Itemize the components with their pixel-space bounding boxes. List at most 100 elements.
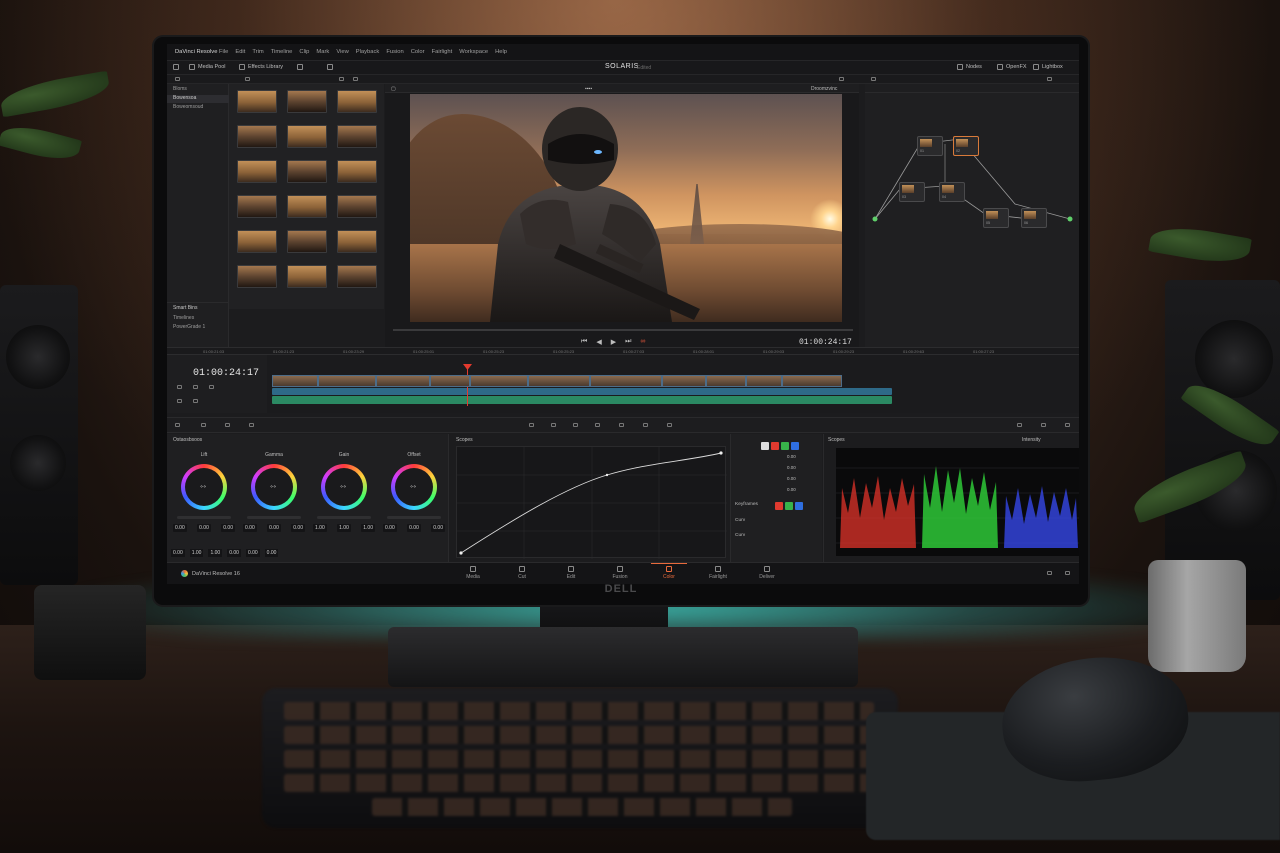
- media-clip-thumbnail[interactable]: [237, 230, 277, 253]
- video-clip[interactable]: [430, 375, 470, 387]
- wheel-master-slider[interactable]: [317, 516, 371, 519]
- curve-editor[interactable]: [456, 446, 727, 559]
- nodes-button[interactable]: Nodes: [957, 64, 982, 70]
- wheel-value[interactable]: 0.00: [173, 524, 187, 532]
- video-clip[interactable]: [470, 375, 528, 387]
- menu-item-playback[interactable]: Playback: [356, 49, 380, 55]
- track-eye-icon[interactable]: [193, 385, 198, 389]
- media-clip-thumbnail[interactable]: [287, 230, 327, 253]
- window-icon[interactable]: [573, 423, 578, 427]
- channel-luma-toggle[interactable]: [761, 442, 769, 450]
- video-clip[interactable]: [662, 375, 706, 387]
- channel-green-toggle[interactable]: [785, 502, 793, 510]
- page-tab-fusion[interactable]: Fusion: [598, 566, 642, 580]
- tool-icon[interactable]: [249, 423, 254, 427]
- viewer-zoom[interactable]: ▢: [391, 86, 396, 92]
- lightbox-button[interactable]: Lightbox: [1033, 64, 1063, 70]
- menu-item-view[interactable]: View: [336, 49, 348, 55]
- channel-red-toggle[interactable]: [771, 442, 779, 450]
- channel-blue-toggle[interactable]: [795, 502, 803, 510]
- page-tab-media[interactable]: Media: [451, 566, 495, 580]
- menu-item-trim[interactable]: Trim: [252, 49, 263, 55]
- wheel-center-handle[interactable]: ⋄⋄: [200, 484, 208, 490]
- wheel-value[interactable]: 0.00: [243, 524, 257, 532]
- bin-item[interactable]: Boweomsoud: [167, 104, 229, 112]
- media-clip-thumbnail[interactable]: [287, 195, 327, 218]
- media-clip-thumbnail[interactable]: [237, 265, 277, 288]
- bottom-value[interactable]: 1.00: [189, 549, 204, 557]
- list-view-icon[interactable]: [245, 77, 250, 81]
- wheel-value[interactable]: 0.00: [221, 524, 235, 532]
- video-clip[interactable]: [782, 375, 842, 387]
- tool-icon[interactable]: [225, 423, 230, 427]
- wheel-value[interactable]: 0.00: [291, 524, 305, 532]
- wheel-value[interactable]: 1.00: [361, 524, 375, 532]
- menu-item-edit[interactable]: Edit: [235, 49, 245, 55]
- wheel-value[interactable]: 0.00: [383, 524, 397, 532]
- menu-item-fairlight[interactable]: Fairlight: [432, 49, 453, 55]
- node-01[interactable]: 01: [917, 136, 943, 156]
- menu-item-workspace[interactable]: Workspace: [459, 49, 488, 55]
- home-icon[interactable]: [1047, 571, 1052, 575]
- menu-item-help[interactable]: Help: [495, 49, 507, 55]
- node-tool-icon[interactable]: [871, 77, 876, 81]
- video-clip[interactable]: [528, 375, 590, 387]
- node-05[interactable]: 05: [983, 208, 1009, 228]
- bin-item[interactable]: Bloms: [167, 86, 229, 94]
- video-clip[interactable]: [706, 375, 746, 387]
- media-clip-thumbnail[interactable]: [337, 90, 377, 113]
- smart-bin-item[interactable]: Timelines: [167, 315, 229, 323]
- node-03[interactable]: 03: [899, 182, 925, 202]
- viewer-scrubber[interactable]: [393, 329, 853, 331]
- media-clip-thumbnail[interactable]: [337, 125, 377, 148]
- wheel-center-handle[interactable]: ⋄⋄: [410, 484, 418, 490]
- play-icon[interactable]: ▶: [611, 338, 616, 346]
- page-tab-deliver[interactable]: Deliver: [745, 566, 789, 580]
- media-clip-thumbnail[interactable]: [337, 265, 377, 288]
- viewer-settings-icon[interactable]: [839, 77, 844, 81]
- effects-library-button[interactable]: Effects Library: [239, 64, 283, 70]
- wheel-value[interactable]: 0.00: [431, 524, 445, 532]
- wheel-master-slider[interactable]: [247, 516, 301, 519]
- key-icon[interactable]: [643, 423, 648, 427]
- timeline-ruler[interactable]: 01:00:21:03 01:00:21:23 01:00:23:29 01:00:2…: [167, 347, 1079, 355]
- wheel-center-handle[interactable]: ⋄⋄: [270, 484, 278, 490]
- wheel-value[interactable]: 1.00: [337, 524, 351, 532]
- menu-item-clip[interactable]: Clip: [299, 49, 309, 55]
- media-clip-thumbnail[interactable]: [237, 195, 277, 218]
- scopes-mode[interactable]: Intensity: [1022, 437, 1041, 443]
- media-clip-thumbnail[interactable]: [237, 160, 277, 183]
- tool-icon[interactable]: [175, 423, 180, 427]
- reverse-icon[interactable]: ◀: [596, 338, 601, 346]
- menu-item-color[interactable]: Color: [411, 49, 425, 55]
- bottom-value[interactable]: 0.00: [264, 549, 279, 557]
- sort-icon[interactable]: [339, 77, 344, 81]
- scope-icon[interactable]: [1017, 423, 1022, 427]
- grid-view-icon[interactable]: [175, 77, 180, 81]
- bottom-value[interactable]: 0.00: [227, 549, 241, 557]
- video-clip[interactable]: [746, 375, 782, 387]
- tool-icon[interactable]: [201, 423, 206, 427]
- audio-track-1[interactable]: [272, 388, 892, 395]
- menu-item-fusion[interactable]: Fusion: [386, 49, 403, 55]
- media-clip-thumbnail[interactable]: [287, 90, 327, 113]
- media-clip-thumbnail[interactable]: [337, 230, 377, 253]
- video-clip[interactable]: [590, 375, 662, 387]
- track-mute-icon[interactable]: [177, 399, 182, 403]
- menu-item-mark[interactable]: Mark: [316, 49, 329, 55]
- playhead-handle[interactable]: [463, 364, 472, 370]
- wheel-master-slider[interactable]: [177, 516, 231, 519]
- loop-icon[interactable]: ∞: [640, 338, 645, 346]
- wheel-value[interactable]: 0.00: [407, 524, 421, 532]
- bottom-value[interactable]: 1.00: [208, 549, 223, 557]
- toolbar-left-icon[interactable]: [173, 64, 179, 70]
- audio-track-2[interactable]: [272, 396, 892, 404]
- wheel-value[interactable]: 0.00: [197, 524, 211, 532]
- video-clip[interactable]: [376, 375, 430, 387]
- toolbar-extra-button[interactable]: [327, 64, 333, 70]
- page-tab-edit[interactable]: Edit: [549, 566, 593, 580]
- node-04[interactable]: 04: [939, 182, 965, 202]
- wheel-center-handle[interactable]: ⋄⋄: [340, 484, 348, 490]
- smart-bin-item[interactable]: PowerGrade 1: [167, 324, 229, 332]
- wheel-value[interactable]: 1.00: [313, 524, 327, 532]
